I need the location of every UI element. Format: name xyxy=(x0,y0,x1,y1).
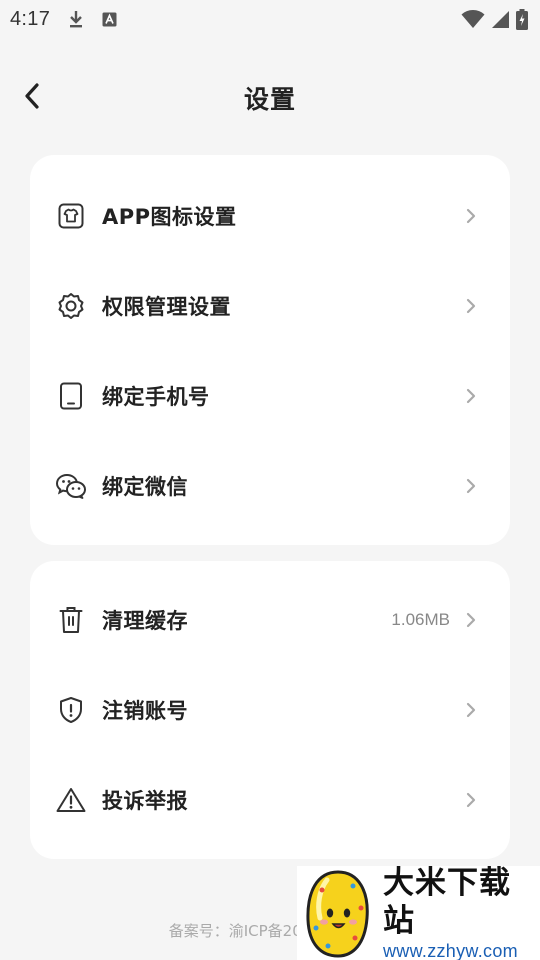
settings-card-secondary: 清理缓存 1.06MB 注销账号 投诉举报 xyxy=(30,561,510,859)
watermark-logo: 大米下载站 www.zzhyw.com xyxy=(297,864,540,960)
app-icon-shirt-icon xyxy=(54,199,88,233)
row-label: APP图标设置 xyxy=(102,205,237,229)
chevron-right-icon xyxy=(464,610,478,630)
shield-icon xyxy=(54,693,88,727)
report-row[interactable]: 投诉举报 xyxy=(30,755,510,845)
status-time: 4:17 xyxy=(10,7,51,30)
chevron-right-icon xyxy=(464,386,478,406)
watermark-url: www.zzhyw.com xyxy=(383,941,518,960)
download-icon xyxy=(68,10,84,28)
signal-icon xyxy=(491,10,510,29)
chevron-right-icon xyxy=(464,700,478,720)
row-label: 绑定手机号 xyxy=(102,385,210,409)
watermark-text: 大米下载站 www.zzhyw.com xyxy=(383,864,540,960)
status-left: 4:17 xyxy=(10,8,117,31)
row-label: 注销账号 xyxy=(102,699,188,723)
rice-mascot-icon xyxy=(297,866,379,960)
chevron-right-icon xyxy=(464,790,478,810)
page-title: 设置 xyxy=(243,85,296,114)
header: 设置 xyxy=(0,70,540,126)
wechat-icon xyxy=(54,469,88,503)
chevron-left-icon xyxy=(24,83,40,113)
settings-card-primary: APP图标设置 权限管理设置 绑定手机号 绑定微信 xyxy=(30,155,510,545)
permission-settings-row[interactable]: 权限管理设置 xyxy=(30,261,510,351)
battery-charging-icon xyxy=(516,8,528,30)
cache-size-value: 1.06MB xyxy=(391,610,450,629)
watermark-title: 大米下载站 xyxy=(383,865,511,939)
gear-icon xyxy=(54,289,88,323)
clear-cache-row[interactable]: 清理缓存 1.06MB xyxy=(30,575,510,665)
bind-wechat-row[interactable]: 绑定微信 xyxy=(30,441,510,531)
row-label: 投诉举报 xyxy=(102,789,188,813)
wifi-icon xyxy=(461,9,485,29)
delete-account-row[interactable]: 注销账号 xyxy=(30,665,510,755)
keyboard-a-icon xyxy=(102,12,117,27)
status-bar: 4:17 xyxy=(0,0,540,38)
chevron-right-icon xyxy=(464,476,478,496)
app-icon-settings-row[interactable]: APP图标设置 xyxy=(30,171,510,261)
chevron-right-icon xyxy=(464,206,478,226)
row-label: 绑定微信 xyxy=(102,475,188,499)
row-label: 权限管理设置 xyxy=(102,295,231,319)
phone-icon xyxy=(54,379,88,413)
bind-phone-row[interactable]: 绑定手机号 xyxy=(30,351,510,441)
settings-screen: 4:17 设置 APP图标设置 权限管理设置 绑定手机号 绑定微信 清理缓存 1… xyxy=(0,0,540,960)
chevron-right-icon xyxy=(464,296,478,316)
row-label: 清理缓存 xyxy=(102,609,188,633)
warning-icon xyxy=(54,783,88,817)
back-button[interactable] xyxy=(14,80,50,116)
status-right xyxy=(461,8,528,30)
trash-icon xyxy=(54,603,88,637)
